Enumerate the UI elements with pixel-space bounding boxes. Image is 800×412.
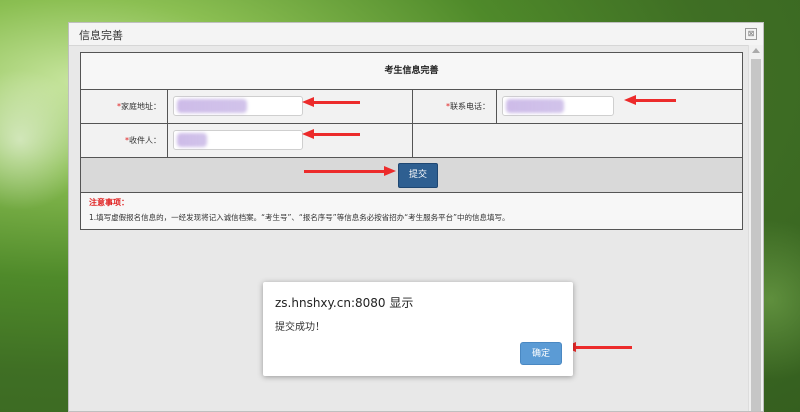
- scroll-up-icon[interactable]: [752, 48, 760, 53]
- form-row-recipient: *收件人：: [81, 124, 742, 158]
- notes-text: 1.填写虚假报名信息的，一经发现将记入诚信档案。“考生号”、“报名序号”等信息务…: [89, 213, 510, 222]
- redacted-blur: [177, 99, 247, 113]
- phone-label: *联系电话：: [413, 90, 497, 123]
- notes-section: 注意事项： 1.填写虚假报名信息的，一经发现将记入诚信档案。“考生号”、“报名序…: [81, 193, 742, 229]
- address-label: *家庭地址：: [81, 90, 168, 123]
- submit-row: 提交: [81, 158, 742, 193]
- arrow-annotation-address: [302, 97, 360, 107]
- window-titlebar: 信息完善 ⊠: [69, 23, 763, 46]
- form-title: 考生信息完善: [81, 53, 742, 90]
- address-label-text: 家庭地址：: [121, 102, 161, 111]
- recipient-label: *收件人：: [81, 124, 168, 157]
- redacted-blur: [177, 133, 207, 147]
- address-cell: [168, 90, 413, 123]
- arrow-annotation-recipient: [302, 129, 360, 139]
- phone-cell: [497, 90, 742, 123]
- alert-message: 提交成功！: [275, 322, 325, 333]
- ok-button[interactable]: 确定: [520, 342, 562, 365]
- recipient-cell: [168, 124, 413, 157]
- alert-title: zs.hnshxy.cn:8080 显示: [275, 296, 414, 310]
- recipient-label-text: 收件人：: [129, 136, 161, 145]
- info-form: 考生信息完善 *家庭地址： *联系电话： *收件人： 提交 注意事项： 1.填写…: [80, 52, 743, 230]
- address-input[interactable]: [173, 96, 303, 116]
- close-icon[interactable]: ⊠: [745, 28, 757, 40]
- form-row-address-phone: *家庭地址： *联系电话：: [81, 90, 742, 124]
- phone-input[interactable]: [502, 96, 614, 116]
- arrow-annotation-phone: [624, 95, 676, 105]
- redacted-blur: [506, 99, 564, 113]
- alert-dialog: zs.hnshxy.cn:8080 显示 提交成功！ 确定: [263, 282, 573, 376]
- empty-cell: [413, 124, 742, 157]
- scrollbar[interactable]: [748, 45, 763, 411]
- window-title: 信息完善: [79, 29, 123, 42]
- scroll-thumb[interactable]: [751, 59, 761, 411]
- arrow-annotation-submit: [304, 166, 396, 176]
- notes-title: 注意事项：: [89, 198, 129, 207]
- submit-button[interactable]: 提交: [398, 163, 438, 188]
- phone-label-text: 联系电话：: [450, 102, 490, 111]
- arrow-annotation-ok: [564, 342, 632, 352]
- recipient-input[interactable]: [173, 130, 303, 150]
